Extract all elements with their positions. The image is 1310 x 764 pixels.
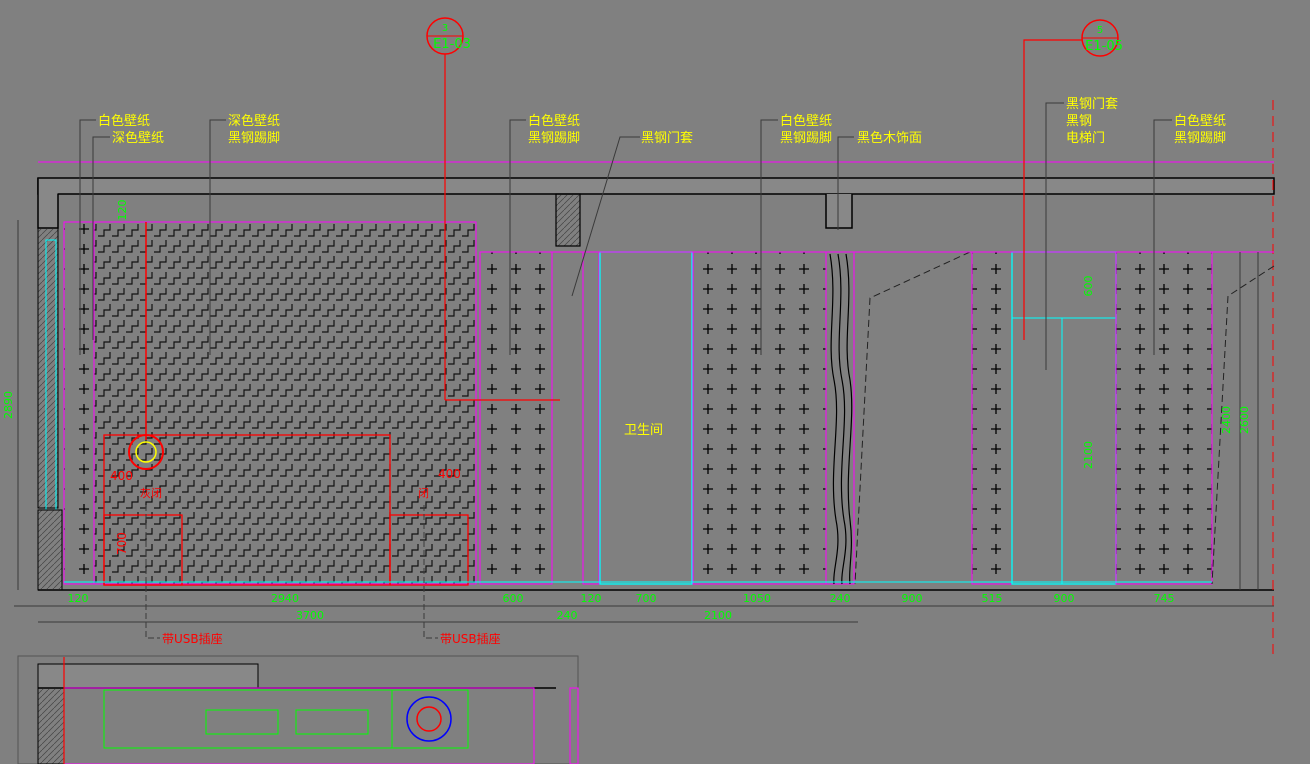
callout-text-door-trim: 黑钢门套 (641, 130, 693, 146)
bathroom-door (599, 251, 693, 585)
white-wallpaper-panel-mid (479, 251, 553, 585)
callout-group-1: 白色壁纸 深色壁纸 (98, 113, 164, 146)
white-wallpaper-panel-left (63, 221, 95, 585)
section-marker-2-number: 5 (1097, 25, 1103, 36)
callout-text: 黑钢踢脚 (1174, 130, 1226, 146)
section-marker-1-sheet: E1-03 (433, 37, 471, 52)
usb-label-left: 带USB插座 (162, 631, 223, 646)
callout-text: 黑钢踢脚 (228, 130, 280, 146)
red-label: 400 (438, 467, 461, 481)
callout-text: 白色壁纸 (1174, 113, 1226, 129)
callout-text: 黑钢 (1066, 114, 1092, 129)
callout-group-7: 白色壁纸 黑钢踢脚 (1174, 113, 1226, 146)
callout-group-2: 深色壁纸 黑钢踢脚 (228, 113, 280, 146)
callout-text: 深色壁纸 (112, 130, 164, 146)
callout-text: 白色壁纸 (780, 113, 832, 129)
red-label: 闭 (418, 487, 429, 500)
dark-wallpaper-panel (93, 221, 477, 585)
callout-group-5: 白色壁纸 黑钢踢脚 黑色木饰面 (780, 113, 922, 146)
red-label: 400 (110, 469, 133, 483)
dimension-text: 120 (116, 200, 129, 221)
red-label: 700 (115, 532, 129, 555)
callout-text: 白色壁纸 (528, 113, 580, 129)
dimension-text: 515 (982, 592, 1003, 605)
plan-view (17, 655, 579, 764)
dimension-text: 2100 (704, 609, 732, 622)
dimension-text: 900 (902, 592, 923, 605)
white-wallpaper-panel-center (692, 251, 827, 585)
callout-group-3: 白色壁纸 黑钢踢脚 (528, 113, 580, 146)
dimension-text: 600 (503, 592, 524, 605)
usb-label-right: 带USB插座 (440, 631, 501, 646)
elevator-door (1011, 251, 1117, 585)
red-label: 灰闭 (140, 486, 162, 500)
dimension-text: 900 (1054, 592, 1075, 605)
callout-group-6: 黑钢门套 黑钢 电梯门 (1066, 96, 1118, 146)
room-label: 卫生间 (624, 423, 663, 438)
callout-text: 深色壁纸 (228, 113, 280, 129)
dimension-text: 600 (1082, 276, 1095, 297)
callout-text: 黑色木饰面 (857, 130, 922, 146)
dimension-text: 240 (557, 609, 578, 622)
white-wallpaper-panel-right1 (971, 251, 1013, 585)
callout-text: 电梯门 (1066, 131, 1105, 146)
open-door-swing (854, 251, 971, 585)
section-marker-2-sheet: E1-05 (1085, 39, 1123, 54)
dimension-text: 120 (581, 592, 602, 605)
dimension-text: 1050 (743, 592, 771, 605)
callout-text: 黑钢踢脚 (528, 130, 580, 146)
section-marker-1-number: 3 (442, 23, 448, 34)
dimension-text: 2400 (1220, 406, 1233, 434)
callout-text: 白色壁纸 (98, 113, 150, 129)
callout-text: 黑钢门套 (1066, 96, 1118, 112)
dimension-text: 2890 (2, 391, 15, 419)
callout-text: 黑钢踢脚 (780, 130, 832, 146)
dimension-text: 2940 (271, 592, 299, 605)
dimension-text: 2100 (1082, 441, 1095, 469)
elevation-drawing: 3 E1-03 5 E1-05 白色壁纸 深色壁纸 深色壁纸 黑钢踢脚 白色壁纸… (2, 17, 1275, 764)
dimension-text: 240 (830, 592, 851, 605)
dimension-text: 700 (636, 592, 657, 605)
black-wood-panel (825, 251, 855, 585)
white-wallpaper-panel-right2 (1115, 251, 1213, 585)
dimension-text: 3700 (296, 609, 324, 622)
dimension-text: 745 (1154, 592, 1175, 605)
door-frame-left (582, 251, 600, 585)
dimension-text: 2600 (1238, 406, 1251, 434)
dimension-text: 120 (68, 592, 89, 605)
bottom-dimensions: 120 2940 600 120 700 1050 240 900 515 90… (68, 592, 1175, 622)
left-wall-column (37, 227, 63, 591)
